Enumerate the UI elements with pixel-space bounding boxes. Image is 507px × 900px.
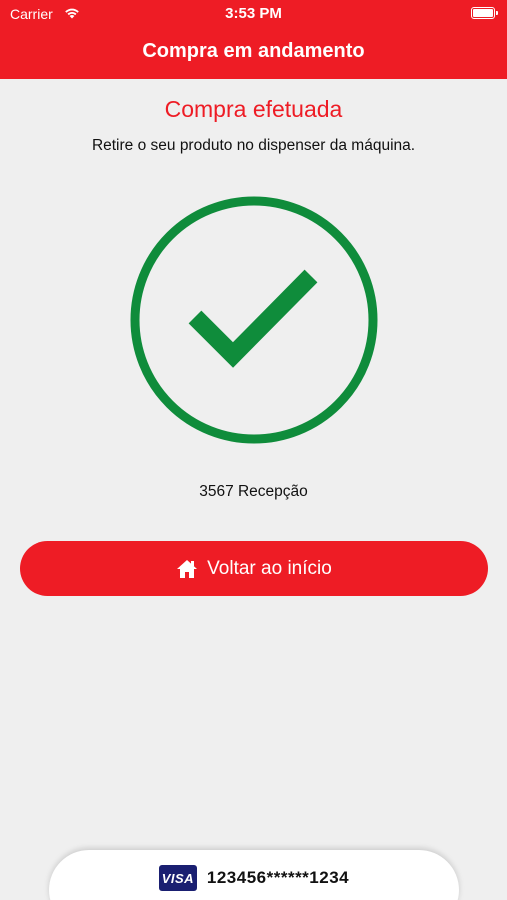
machine-label: 3567 Recepção (199, 483, 308, 500)
purchase-status-title: Compra efetuada (164, 96, 343, 122)
clock: 3:53 PM (225, 5, 282, 22)
home-icon (177, 559, 198, 578)
battery-icon (471, 7, 498, 19)
instruction-text: Retire o seu produto no dispenser da máq… (91, 137, 416, 154)
back-to-home-label: Voltar ao início (207, 557, 332, 579)
payment-card-panel: VISA 123456******1234 (49, 850, 459, 900)
payment-card-row: VISA 123456******1234 (158, 864, 350, 892)
success-check-icon (128, 194, 380, 446)
battery-level (473, 9, 493, 17)
app-header: Carrier 3:53 PM Compra em andamento (0, 0, 507, 79)
card-number: 123456******1234 (206, 868, 350, 887)
status-bar: Carrier 3:53 PM (0, 0, 507, 28)
visa-logo-icon: VISA (158, 865, 197, 891)
back-to-home-button[interactable]: Voltar ao início (20, 541, 488, 596)
page-title: Compra em andamento (142, 40, 365, 62)
